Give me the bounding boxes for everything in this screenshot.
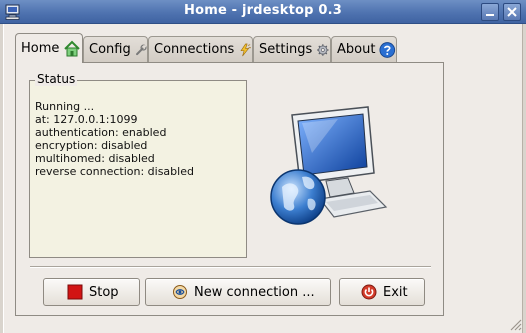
close-button[interactable] <box>503 3 521 21</box>
new-connection-button-label: New connection ... <box>194 284 315 300</box>
status-legend: Status <box>35 72 78 86</box>
resize-grip-icon[interactable] <box>508 317 522 331</box>
minimize-icon <box>486 14 494 16</box>
exit-button-label: Exit <box>383 284 408 300</box>
tab-config[interactable]: Config <box>83 36 148 62</box>
window-title: Home - jrdesktop 0.3 <box>183 3 342 18</box>
window-frame-right <box>522 24 526 333</box>
gear-icon <box>317 43 329 56</box>
status-group: Status Running ... at: 127.0.0.1:1099 au… <box>29 72 247 258</box>
tab-home-label: Home <box>21 41 60 56</box>
new-connection-button[interactable]: New connection ... <box>145 278 331 306</box>
status-text: Running ... at: 127.0.0.1:1099 authentic… <box>35 100 194 178</box>
stop-button-label: Stop <box>89 284 119 300</box>
tab-about-label: About <box>337 42 376 57</box>
tab-about[interactable]: About <box>331 36 397 62</box>
status-line-authentication: authentication: enabled <box>35 126 167 139</box>
connect-icon <box>173 285 187 299</box>
stop-button[interactable]: Stop <box>43 278 140 306</box>
status-line-reverse-connection: reverse connection: disabled <box>35 165 194 178</box>
tab-config-label: Config <box>89 42 131 57</box>
tab-settings-label: Settings <box>259 42 313 57</box>
tab-connections-label: Connections <box>154 42 235 57</box>
wrench-icon <box>135 44 147 55</box>
tab-connections[interactable]: Connections <box>148 36 253 62</box>
status-line-running: Running ... <box>35 100 95 113</box>
help-icon <box>379 41 396 58</box>
status-line-encryption: encryption: disabled <box>35 139 148 152</box>
house-icon <box>64 40 81 56</box>
minimize-button[interactable] <box>481 3 499 21</box>
status-line-address: at: 127.0.0.1:1099 <box>35 113 138 126</box>
separator <box>30 266 431 268</box>
network-computer-globe-icon <box>270 106 388 225</box>
window-frame-left <box>0 24 4 333</box>
stop-icon <box>67 284 83 300</box>
lightning-icon <box>240 43 252 56</box>
home-tab-panel: Status Running ... at: 127.0.0.1:1099 au… <box>15 62 444 316</box>
close-icon <box>507 7 517 17</box>
tab-settings[interactable]: Settings <box>253 36 331 62</box>
title-bar[interactable]: Home - jrdesktop 0.3 <box>0 0 526 24</box>
tab-home[interactable]: Home <box>15 33 83 63</box>
exit-button[interactable]: Exit <box>339 278 425 306</box>
power-icon <box>361 284 377 300</box>
status-line-multihomed: multihomed: disabled <box>35 152 155 165</box>
